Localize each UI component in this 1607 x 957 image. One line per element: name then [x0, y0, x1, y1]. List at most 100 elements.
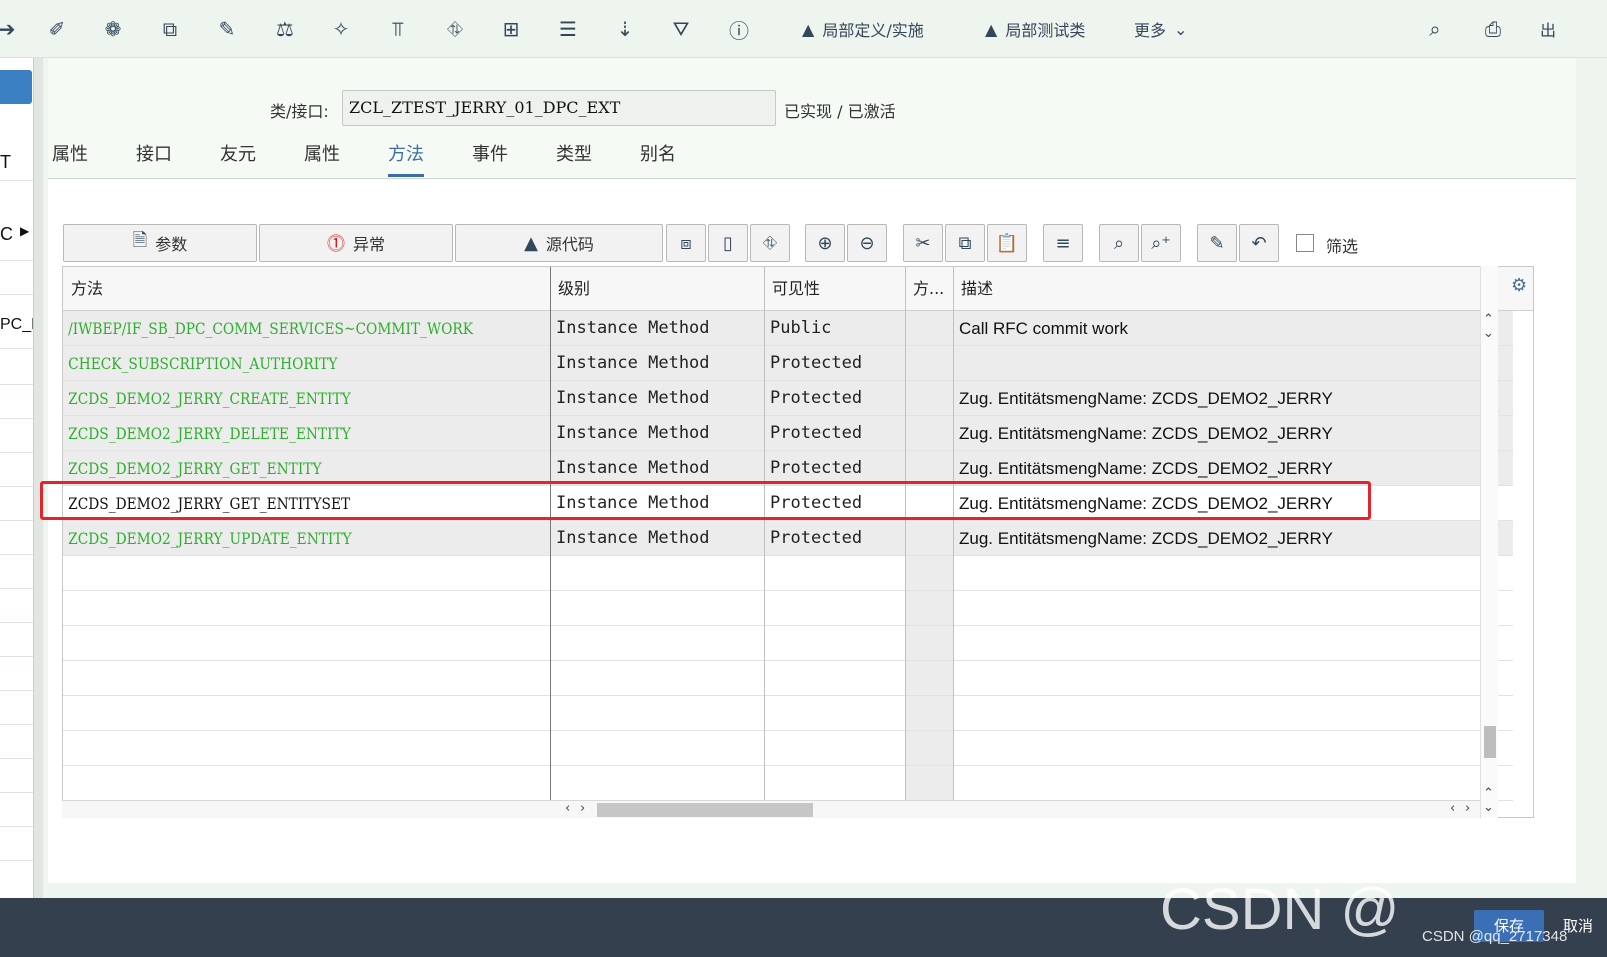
description-cell[interactable]: Zug. EntitätsmengName: ZCDS_DEMO2_JERRY — [953, 486, 1513, 521]
chevron-up-icon[interactable]: ⌃ — [1483, 786, 1494, 801]
column-header-type[interactable]: 方... — [905, 267, 953, 311]
empty-row[interactable] — [63, 556, 1513, 591]
description-cell[interactable]: Zug. EntitätsmengName: ZCDS_DEMO2_JERRY — [953, 381, 1513, 416]
method-name-cell[interactable]: ZCDS_DEMO2_JERRY_GET_ENTITYSET — [63, 486, 545, 521]
empty-row[interactable] — [63, 626, 1513, 661]
local-definition-button[interactable]: ▲ 局部定义/实施 — [802, 16, 924, 42]
method-name-cell[interactable]: ZCDS_DEMO2_JERRY_GET_ENTITY — [63, 451, 545, 486]
visibility-cell[interactable]: Protected — [764, 451, 905, 486]
empty-row[interactable] — [63, 591, 1513, 626]
check-icon[interactable]: ⧉ — [155, 14, 185, 44]
left-panel-scrollbar[interactable] — [34, 58, 43, 898]
where-used-icon[interactable]: ⫪ — [383, 14, 413, 44]
tab-attributes[interactable]: 属性 — [304, 140, 340, 174]
paste-button[interactable]: 📋 — [987, 224, 1027, 262]
level-cell[interactable]: Instance Method — [550, 381, 764, 416]
left-panel-item[interactable]: C — [0, 224, 13, 245]
edit-pencil-icon[interactable]: ✎ — [212, 14, 242, 44]
print-icon[interactable]: ⎙ — [1478, 14, 1508, 44]
forward-arrow-icon[interactable]: ➔ — [0, 14, 22, 44]
description-cell[interactable]: Zug. EntitätsmengName: ZCDS_DEMO2_JERRY — [953, 451, 1513, 486]
visibility-cell[interactable]: Protected — [764, 346, 905, 381]
column-header-level[interactable]: 级别 — [550, 267, 764, 311]
level-cell[interactable]: Instance Method — [550, 451, 764, 486]
table-row[interactable]: CHECK_SUBSCRIPTION_AUTHORITY Instance Me… — [63, 346, 1513, 381]
column-header-description[interactable]: 描述 — [953, 267, 1533, 311]
visibility-cell[interactable]: Protected — [764, 486, 905, 521]
level-cell[interactable]: Instance Method — [550, 416, 764, 451]
left-panel-item[interactable]: PC_E — [0, 316, 33, 334]
gear-icon[interactable]: ⚙ — [1511, 275, 1527, 296]
tab-properties[interactable]: 属性 — [52, 140, 88, 174]
method-name-cell[interactable]: ZCDS_DEMO2_JERRY_UPDATE_ENTITY — [63, 521, 545, 556]
left-panel-selected-block[interactable] — [0, 70, 32, 104]
column-header-method[interactable]: 方法 — [63, 267, 550, 311]
method-name-cell[interactable]: CHECK_SUBSCRIPTION_AUTHORITY — [63, 346, 545, 381]
description-cell[interactable] — [953, 346, 1513, 381]
chevron-down-icon[interactable]: ⌄ — [1483, 326, 1494, 341]
chevron-left-icon[interactable]: ‹ — [1450, 801, 1455, 816]
table-row-selected[interactable]: ZCDS_DEMO2_JERRY_GET_ENTITYSET Instance … — [63, 486, 1513, 521]
chevron-right-icon[interactable]: › — [580, 801, 585, 816]
visibility-cell[interactable]: Public — [764, 311, 905, 346]
tab-aliases[interactable]: 别名 — [640, 140, 676, 174]
empty-row[interactable] — [63, 696, 1513, 731]
exceptions-button[interactable]: ⓵ 异常 — [259, 224, 453, 262]
table-vertical-scrollbar[interactable]: ⌃ ⌄ ⌃ ⌄ — [1480, 266, 1498, 818]
tab-events[interactable]: 事件 — [472, 140, 508, 174]
copy-button[interactable]: ⧉ — [945, 224, 985, 262]
exit-button[interactable]: 出 — [1540, 16, 1556, 42]
method-name-cell[interactable]: ZCDS_DEMO2_JERRY_DELETE_ENTITY — [63, 416, 545, 451]
empty-row[interactable] — [63, 731, 1513, 766]
stack-icon[interactable]: ☰ — [553, 14, 583, 44]
chevron-left-icon[interactable]: ‹ — [565, 801, 570, 816]
delete-row-button[interactable]: ⊖ — [847, 224, 887, 262]
table-row[interactable]: ZCDS_DEMO2_JERRY_UPDATE_ENTITY Instance … — [63, 521, 1513, 556]
parameters-button[interactable]: 🗎 参数 — [63, 224, 257, 262]
filter-funnel-icon[interactable]: ⛛ — [666, 14, 696, 44]
chevron-up-icon[interactable]: ⌃ — [1483, 312, 1494, 327]
column-header-visibility[interactable]: 可见性 — [764, 267, 905, 311]
insert-row-button[interactable]: ⊕ — [805, 224, 845, 262]
level-cell[interactable]: Instance Method — [550, 311, 764, 346]
level-cell[interactable]: Instance Method — [550, 521, 764, 556]
level-cell[interactable]: Instance Method — [550, 486, 764, 521]
search-icon[interactable]: ⌕ — [1420, 14, 1450, 44]
scrollbar-thumb[interactable] — [597, 803, 813, 817]
object-list-icon[interactable]: ⛗ — [440, 14, 470, 44]
local-test-class-button[interactable]: ▲ 局部测试类 — [985, 16, 1085, 42]
description-cell[interactable]: Zug. EntitätsmengName: ZCDS_DEMO2_JERRY — [953, 416, 1513, 451]
level-cell[interactable]: Instance Method — [550, 346, 764, 381]
description-cell[interactable]: Call RFC commit work — [953, 311, 1513, 346]
table-horizontal-scrollbar[interactable]: ‹ › ‹ › — [62, 800, 1480, 818]
tab-friends[interactable]: 友元 — [220, 140, 256, 174]
tab-methods[interactable]: 方法 — [388, 140, 424, 177]
download-icon[interactable]: ⇣ — [610, 14, 640, 44]
table-row[interactable]: ZCDS_DEMO2_JERRY_CREATE_ENTITY Instance … — [63, 381, 1513, 416]
table-row[interactable]: ZCDS_DEMO2_JERRY_GET_ENTITY Instance Met… — [63, 451, 1513, 486]
visibility-cell[interactable]: Protected — [764, 521, 905, 556]
chevron-right-icon[interactable]: › — [1465, 801, 1470, 816]
detail-view-button[interactable]: ▯ — [708, 224, 748, 262]
balance-icon[interactable]: ⚖ — [270, 14, 300, 44]
hierarchy-icon[interactable]: ⊞ — [496, 14, 526, 44]
empty-row[interactable] — [63, 766, 1513, 801]
magic-wand-icon[interactable]: ✧ — [326, 14, 356, 44]
source-code-button[interactable]: ▲ 源代码 — [455, 224, 663, 262]
class-interface-field[interactable]: ZCL_ZTEST_JERRY_01_DPC_EXT — [342, 90, 776, 126]
align-button[interactable]: ≡ — [1043, 224, 1083, 262]
method-name-cell[interactable]: ZCDS_DEMO2_JERRY_CREATE_ENTITY — [63, 381, 545, 416]
caret-right-icon[interactable]: ▶ — [20, 224, 29, 238]
edit-details-button[interactable]: ✎ — [1197, 224, 1237, 262]
scrollbar-thumb[interactable] — [1484, 726, 1496, 758]
left-panel-item[interactable]: T — [0, 152, 11, 173]
hierarchy-button[interactable]: ⛗ — [750, 224, 790, 262]
table-row[interactable]: ZCDS_DEMO2_JERRY_DELETE_ENTITY Instance … — [63, 416, 1513, 451]
info-icon[interactable]: ⓘ — [724, 14, 754, 44]
description-cell[interactable]: Zug. EntitätsmengName: ZCDS_DEMO2_JERRY — [953, 521, 1513, 556]
table-row[interactable]: /IWBEP/IF_SB_DPC_COMM_SERVICES~COMMIT_WO… — [63, 311, 1513, 346]
filter-checkbox[interactable] — [1296, 234, 1314, 252]
find-next-button[interactable]: ⌕⁺ — [1141, 224, 1181, 262]
display-change-icon[interactable]: ✐ — [42, 14, 72, 44]
tab-types[interactable]: 类型 — [556, 140, 592, 174]
